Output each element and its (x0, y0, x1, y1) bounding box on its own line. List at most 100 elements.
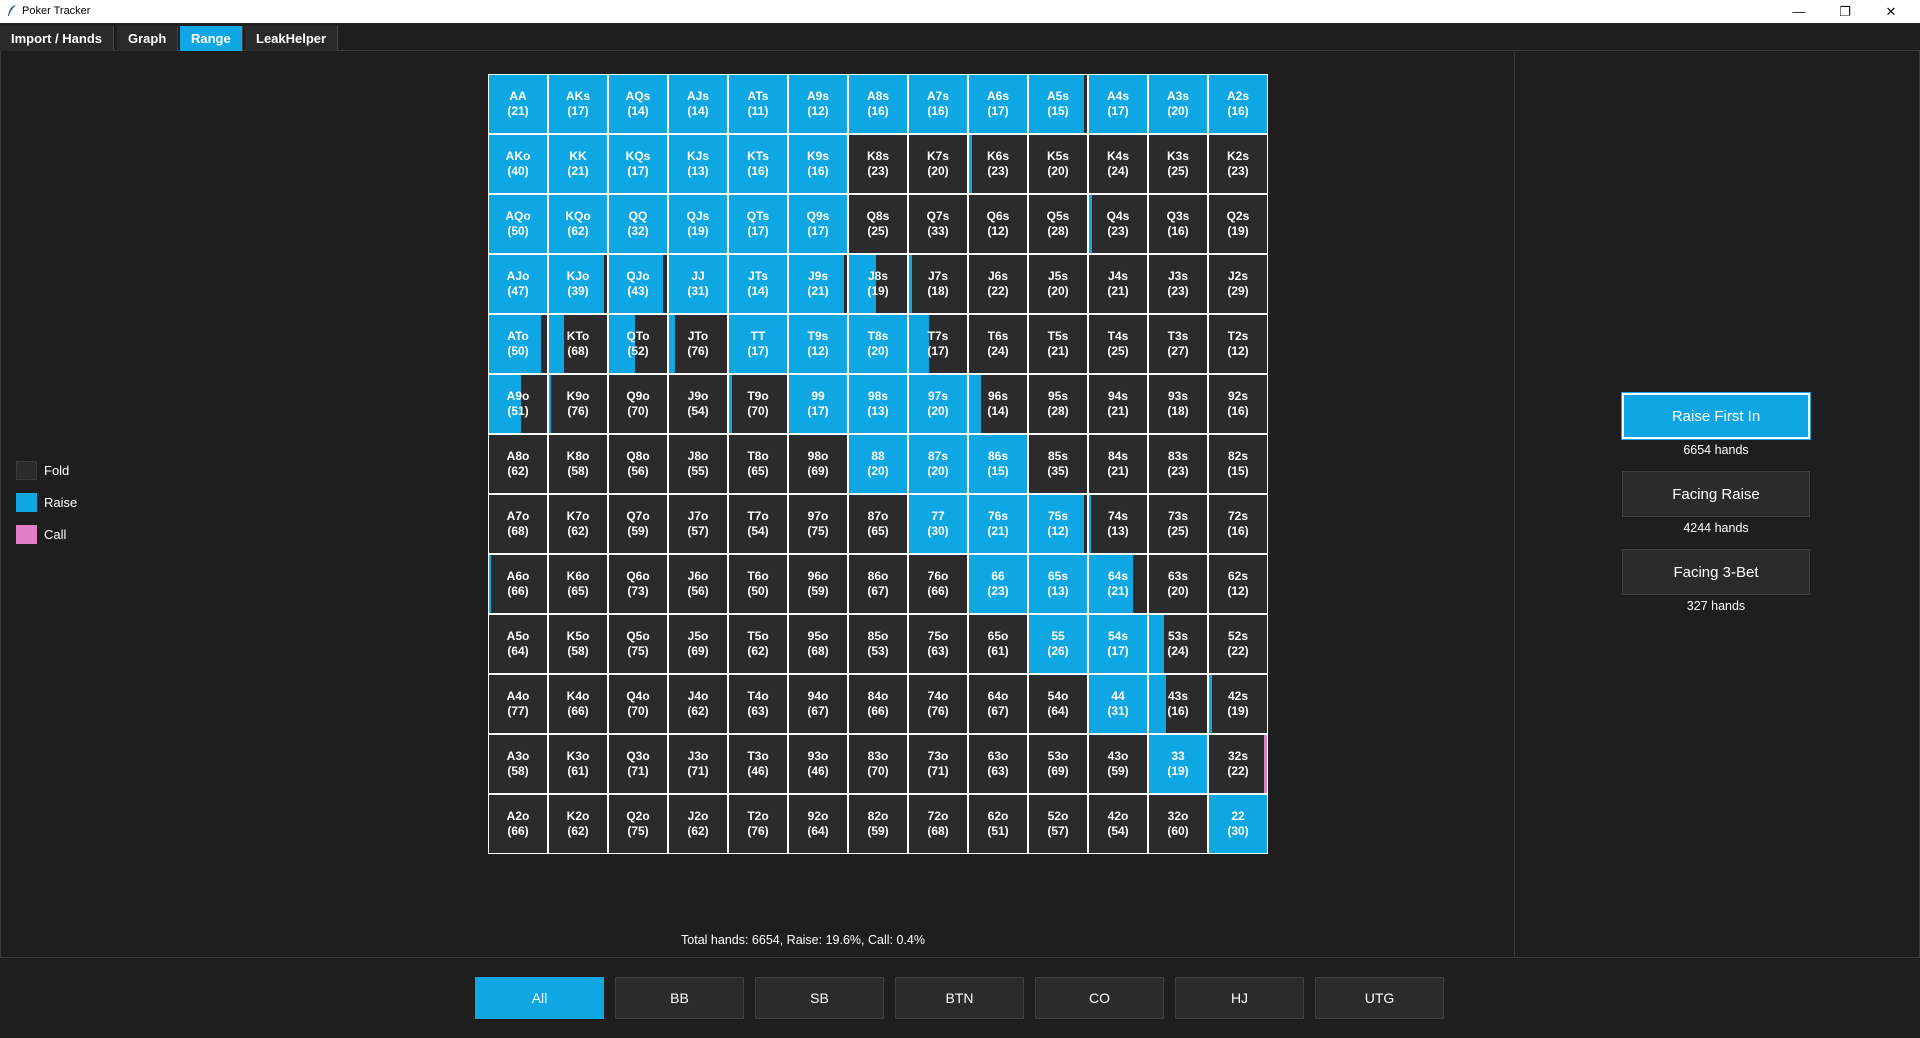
range-cell[interactable]: 86s (15) (969, 435, 1027, 493)
range-cell[interactable]: 82s (15) (1209, 435, 1267, 493)
restore-button[interactable]: ❐ (1822, 0, 1868, 23)
range-cell[interactable]: 65s (13) (1029, 555, 1087, 613)
range-cell[interactable]: AKo (40) (489, 135, 547, 193)
range-cell[interactable]: A4s (17) (1089, 75, 1147, 133)
range-cell[interactable]: 54s (17) (1089, 615, 1147, 673)
range-cell[interactable]: K2s (23) (1209, 135, 1267, 193)
range-cell[interactable]: 32s (22) (1209, 735, 1267, 793)
range-cell[interactable]: 85o (53) (849, 615, 907, 673)
range-cell[interactable]: 93s (18) (1149, 375, 1207, 433)
range-cell[interactable]: AKs (17) (549, 75, 607, 133)
range-cell[interactable]: 87s (20) (909, 435, 967, 493)
range-cell[interactable]: 66 (23) (969, 555, 1027, 613)
range-cell[interactable]: J9s (21) (789, 255, 847, 313)
range-cell[interactable]: J2o (62) (669, 795, 727, 853)
range-cell[interactable]: T9o (70) (729, 375, 787, 433)
range-cell[interactable]: J8o (55) (669, 435, 727, 493)
range-cell[interactable]: T5o (62) (729, 615, 787, 673)
range-cell[interactable]: T9s (12) (789, 315, 847, 373)
position-co-button[interactable]: CO (1035, 977, 1164, 1019)
range-cell[interactable]: J5o (69) (669, 615, 727, 673)
range-cell[interactable]: 64o (67) (969, 675, 1027, 733)
range-cell[interactable]: 76s (21) (969, 495, 1027, 553)
range-cell[interactable]: A9o (51) (489, 375, 547, 433)
range-cell[interactable]: 92s (16) (1209, 375, 1267, 433)
range-cell[interactable]: K5s (20) (1029, 135, 1087, 193)
range-cell[interactable]: T3s (27) (1149, 315, 1207, 373)
range-cell[interactable]: JTs (14) (729, 255, 787, 313)
range-cell[interactable]: J4o (62) (669, 675, 727, 733)
range-cell[interactable]: K6o (65) (549, 555, 607, 613)
range-cell[interactable]: A8o (62) (489, 435, 547, 493)
range-cell[interactable]: 85s (35) (1029, 435, 1087, 493)
range-cell[interactable]: 62o (51) (969, 795, 1027, 853)
range-cell[interactable]: 55 (26) (1029, 615, 1087, 673)
tab-leakhelper[interactable]: LeakHelper (245, 26, 339, 51)
range-cell[interactable]: Q8s (25) (849, 195, 907, 253)
position-utg-button[interactable]: UTG (1315, 977, 1444, 1019)
range-cell[interactable]: JTo (76) (669, 315, 727, 373)
range-cell[interactable]: K8s (23) (849, 135, 907, 193)
range-cell[interactable]: A2s (16) (1209, 75, 1267, 133)
range-cell[interactable]: 74s (13) (1089, 495, 1147, 553)
range-cell[interactable]: J7o (57) (669, 495, 727, 553)
range-cell[interactable]: J4s (21) (1089, 255, 1147, 313)
range-cell[interactable]: K7s (20) (909, 135, 967, 193)
range-cell[interactable]: 94o (67) (789, 675, 847, 733)
range-cell[interactable]: K3o (61) (549, 735, 607, 793)
range-cell[interactable]: 95o (68) (789, 615, 847, 673)
tab-graph[interactable]: Graph (117, 26, 179, 51)
range-cell[interactable]: K6s (23) (969, 135, 1027, 193)
range-cell[interactable]: QJo (43) (609, 255, 667, 313)
range-cell[interactable]: A6o (66) (489, 555, 547, 613)
range-cell[interactable]: A9s (12) (789, 75, 847, 133)
range-cell[interactable]: A3s (20) (1149, 75, 1207, 133)
range-cell[interactable]: K7o (62) (549, 495, 607, 553)
range-cell[interactable]: 52s (22) (1209, 615, 1267, 673)
range-cell[interactable]: A5o (64) (489, 615, 547, 673)
range-cell[interactable]: 74o (76) (909, 675, 967, 733)
range-cell[interactable]: 42s (19) (1209, 675, 1267, 733)
range-cell[interactable]: J6o (56) (669, 555, 727, 613)
range-cell[interactable]: 96s (14) (969, 375, 1027, 433)
position-sb-button[interactable]: SB (755, 977, 884, 1019)
range-cell[interactable]: Q5o (75) (609, 615, 667, 673)
range-cell[interactable]: 88 (20) (849, 435, 907, 493)
range-cell[interactable]: 54o (64) (1029, 675, 1087, 733)
range-cell[interactable]: J9o (54) (669, 375, 727, 433)
range-cell[interactable]: 99 (17) (789, 375, 847, 433)
range-cell[interactable]: 92o (64) (789, 795, 847, 853)
range-cell[interactable]: AA (21) (489, 75, 547, 133)
range-cell[interactable]: 83o (70) (849, 735, 907, 793)
range-cell[interactable]: T4s (25) (1089, 315, 1147, 373)
range-cell[interactable]: A2o (66) (489, 795, 547, 853)
range-cell[interactable]: ATs (11) (729, 75, 787, 133)
range-cell[interactable]: J3o (71) (669, 735, 727, 793)
position-bb-button[interactable]: BB (615, 977, 744, 1019)
range-cell[interactable]: 43s (16) (1149, 675, 1207, 733)
position-hj-button[interactable]: HJ (1175, 977, 1304, 1019)
range-cell[interactable]: J5s (20) (1029, 255, 1087, 313)
range-cell[interactable]: QJs (19) (669, 195, 727, 253)
facing-3bet-button[interactable]: Facing 3-Bet (1622, 549, 1810, 595)
range-cell[interactable]: 63s (20) (1149, 555, 1207, 613)
range-cell[interactable]: AQo (50) (489, 195, 547, 253)
range-cell[interactable]: 75o (63) (909, 615, 967, 673)
range-cell[interactable]: 64s (21) (1089, 555, 1147, 613)
tab-range[interactable]: Range (180, 26, 243, 51)
range-cell[interactable]: KK (21) (549, 135, 607, 193)
range-cell[interactable]: A5s (15) (1029, 75, 1087, 133)
range-cell[interactable]: 72s (16) (1209, 495, 1267, 553)
range-cell[interactable]: T6o (50) (729, 555, 787, 613)
range-cell[interactable]: 52o (57) (1029, 795, 1087, 853)
range-cell[interactable]: KQs (17) (609, 135, 667, 193)
range-cell[interactable]: K8o (58) (549, 435, 607, 493)
range-cell[interactable]: 43o (59) (1089, 735, 1147, 793)
range-cell[interactable]: Q3o (71) (609, 735, 667, 793)
range-cell[interactable]: 73s (25) (1149, 495, 1207, 553)
range-cell[interactable]: KTo (68) (549, 315, 607, 373)
range-cell[interactable]: Q3s (16) (1149, 195, 1207, 253)
range-cell[interactable]: Q5s (28) (1029, 195, 1087, 253)
range-cell[interactable]: T7o (54) (729, 495, 787, 553)
range-cell[interactable]: TT (17) (729, 315, 787, 373)
